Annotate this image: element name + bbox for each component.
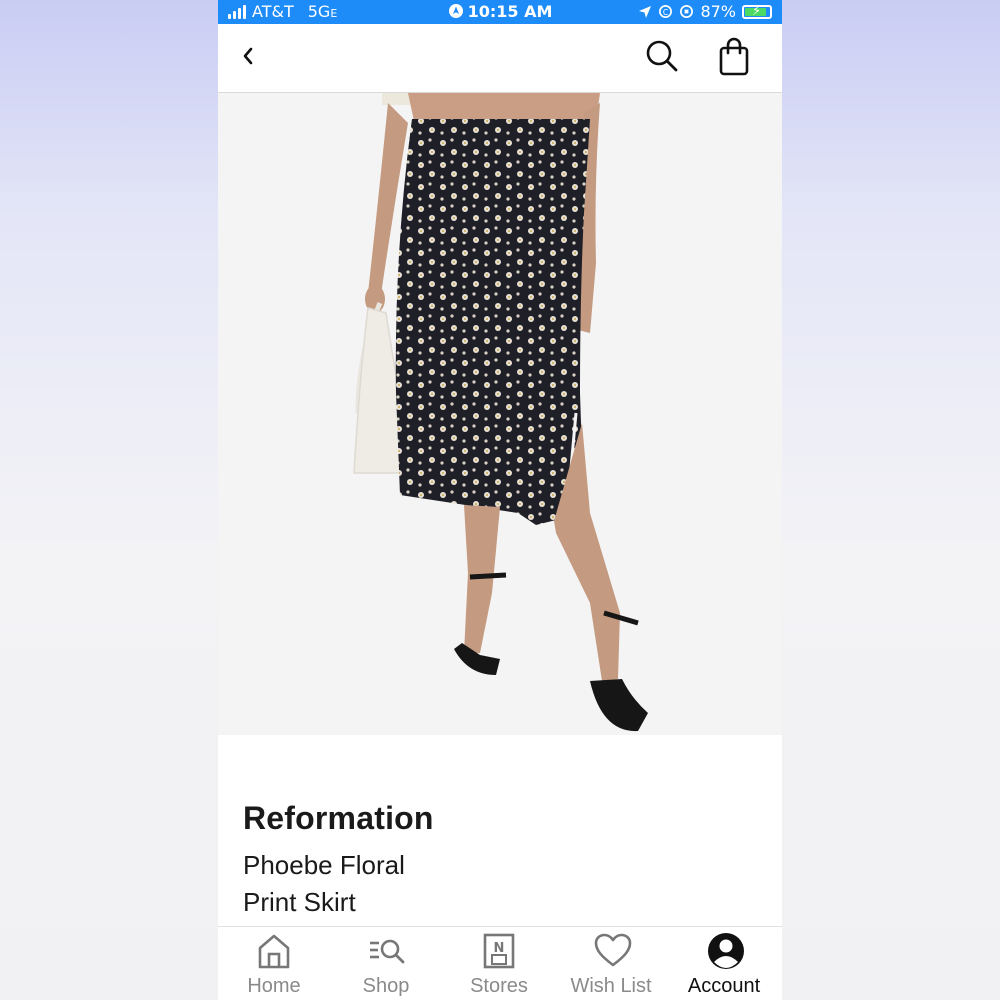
tab-home-label: Home xyxy=(247,975,301,997)
nav-bar xyxy=(218,24,782,93)
status-bar: AT&T 5GE 10:15 AM C 87% ⚡ xyxy=(218,0,782,24)
chevron-left-icon xyxy=(243,47,253,65)
time-label: 10:15 AM xyxy=(467,2,553,21)
product-name-line-1: Phoebe Floral xyxy=(243,850,405,880)
tab-stores-label: Stores xyxy=(470,975,528,997)
svg-text:N: N xyxy=(494,941,505,956)
battery-percent: 87% xyxy=(700,2,736,21)
search-button[interactable] xyxy=(642,36,682,76)
skirt-photo xyxy=(218,93,782,735)
stores-icon: N xyxy=(483,933,515,969)
tab-home[interactable]: Home xyxy=(218,927,330,1000)
alarm-icon xyxy=(680,5,694,18)
tab-account-label: Account xyxy=(687,975,761,997)
product-image[interactable] xyxy=(218,93,782,735)
tab-shop[interactable]: Shop xyxy=(330,927,442,1000)
tab-account[interactable]: Account xyxy=(668,927,780,1000)
location-circle-icon xyxy=(448,4,463,18)
account-icon xyxy=(708,933,744,969)
back-button[interactable] xyxy=(234,38,270,74)
product-name: Phoebe Floral Print Skirt xyxy=(243,847,543,921)
location-arrow-icon xyxy=(639,5,652,18)
tab-wish-list[interactable]: Wish List xyxy=(555,927,667,1000)
svg-text:C: C xyxy=(663,8,668,17)
rotation-lock-icon: C xyxy=(659,5,673,18)
shopping-bag-icon xyxy=(719,37,749,76)
product-brand[interactable]: Reformation xyxy=(243,800,434,837)
tab-wish-list-label: Wish List xyxy=(570,975,652,997)
home-icon xyxy=(258,934,290,969)
status-right: C 87% ⚡ xyxy=(638,2,772,21)
phone-screen: AT&T 5GE 10:15 AM C 87% ⚡ Reformation Ph… xyxy=(218,0,782,1000)
tab-stores[interactable]: N Stores xyxy=(443,927,555,1000)
product-name-line-2: Print Skirt xyxy=(243,887,356,917)
heart-icon xyxy=(594,933,632,967)
shopping-bag-button[interactable] xyxy=(714,36,754,78)
battery-icon: ⚡ xyxy=(742,4,772,19)
search-icon xyxy=(646,40,678,72)
shop-search-icon xyxy=(370,939,405,964)
bottom-tab-bar: Home Shop N Stores Wish List Account xyxy=(218,926,782,1000)
tab-shop-label: Shop xyxy=(362,975,410,997)
